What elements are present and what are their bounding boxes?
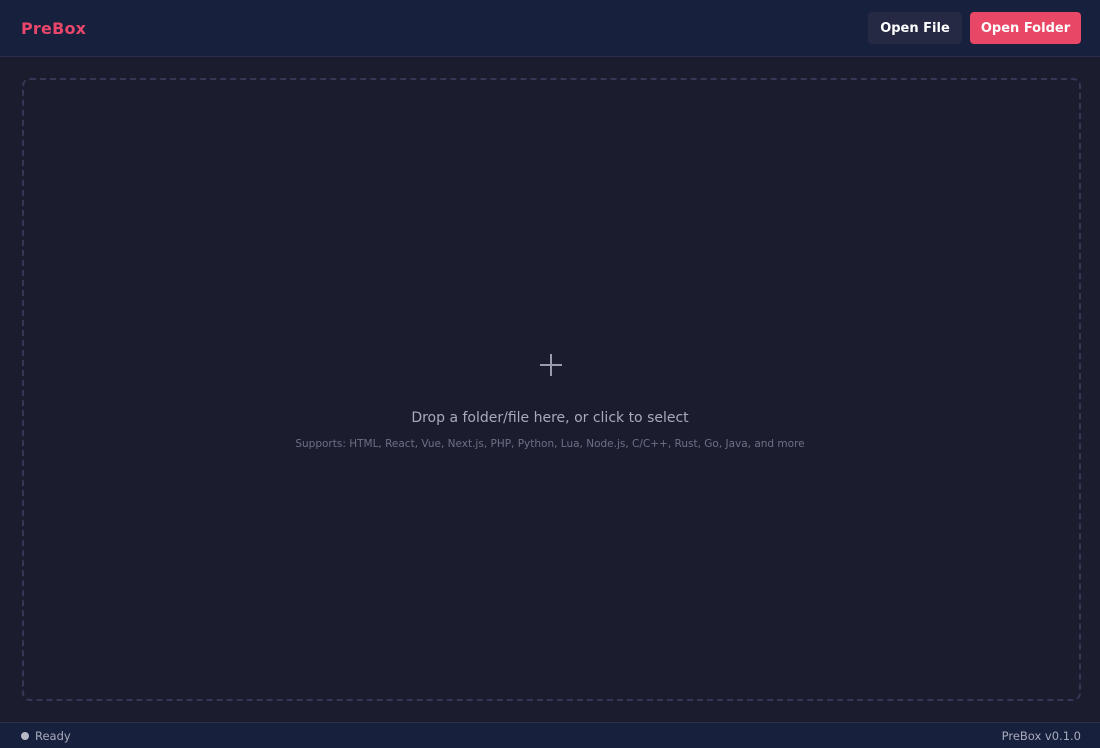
plus-icon[interactable]: [539, 353, 563, 377]
status-dot-icon: [21, 732, 29, 740]
drop-prompt: Drop a folder/file here, or click to sel…: [411, 410, 689, 426]
drop-zone[interactable]: [22, 78, 1081, 701]
status-bar: Ready PreBox v0.1.0: [0, 722, 1100, 748]
status-text: Ready: [35, 729, 71, 743]
version-label: PreBox v0.1.0: [1001, 729, 1081, 743]
app-title: PreBox: [21, 19, 87, 38]
top-bar: PreBox Open File Open Folder: [0, 0, 1100, 57]
supported-formats-text: Supports: HTML, React, Vue, Next.js, PHP…: [295, 438, 805, 450]
app-window: PreBox Open File Open Folder Drop a fold…: [0, 0, 1100, 748]
open-file-button[interactable]: Open File: [868, 12, 962, 44]
open-folder-button[interactable]: Open Folder: [970, 12, 1081, 44]
